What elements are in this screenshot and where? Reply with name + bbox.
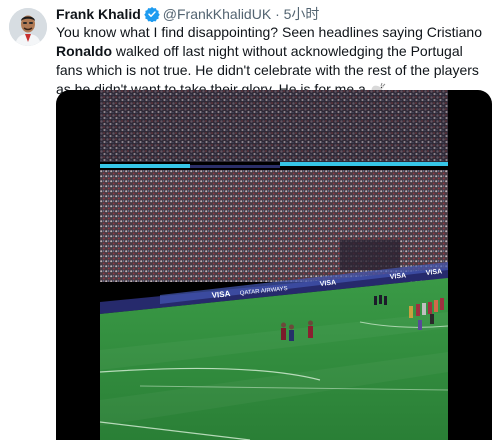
avatar[interactable] <box>9 8 47 46</box>
stadium-video-frame: VISA QATAR AIRWAYS VISA VISA VISA <box>100 90 448 440</box>
tweet-time[interactable]: 5小时 <box>284 6 320 22</box>
header-separator: · <box>275 6 280 22</box>
tweet-video[interactable]: VISA QATAR AIRWAYS VISA VISA VISA <box>56 90 492 440</box>
author-name[interactable]: Frank Khalid <box>56 6 141 22</box>
tweet-text-bold: Ronaldo <box>56 43 112 59</box>
tweet-text-part2: walked off last night without acknowledg… <box>56 43 479 97</box>
author-handle[interactable]: @FrankKhalidUK <box>163 6 271 22</box>
avatar-image <box>9 8 47 46</box>
tweet-text-part1: You know what I find disappointing? Seen… <box>56 24 482 40</box>
tweet[interactable]: Frank Khalid @FrankKhalidUK · 5小时 You kno… <box>0 0 500 440</box>
